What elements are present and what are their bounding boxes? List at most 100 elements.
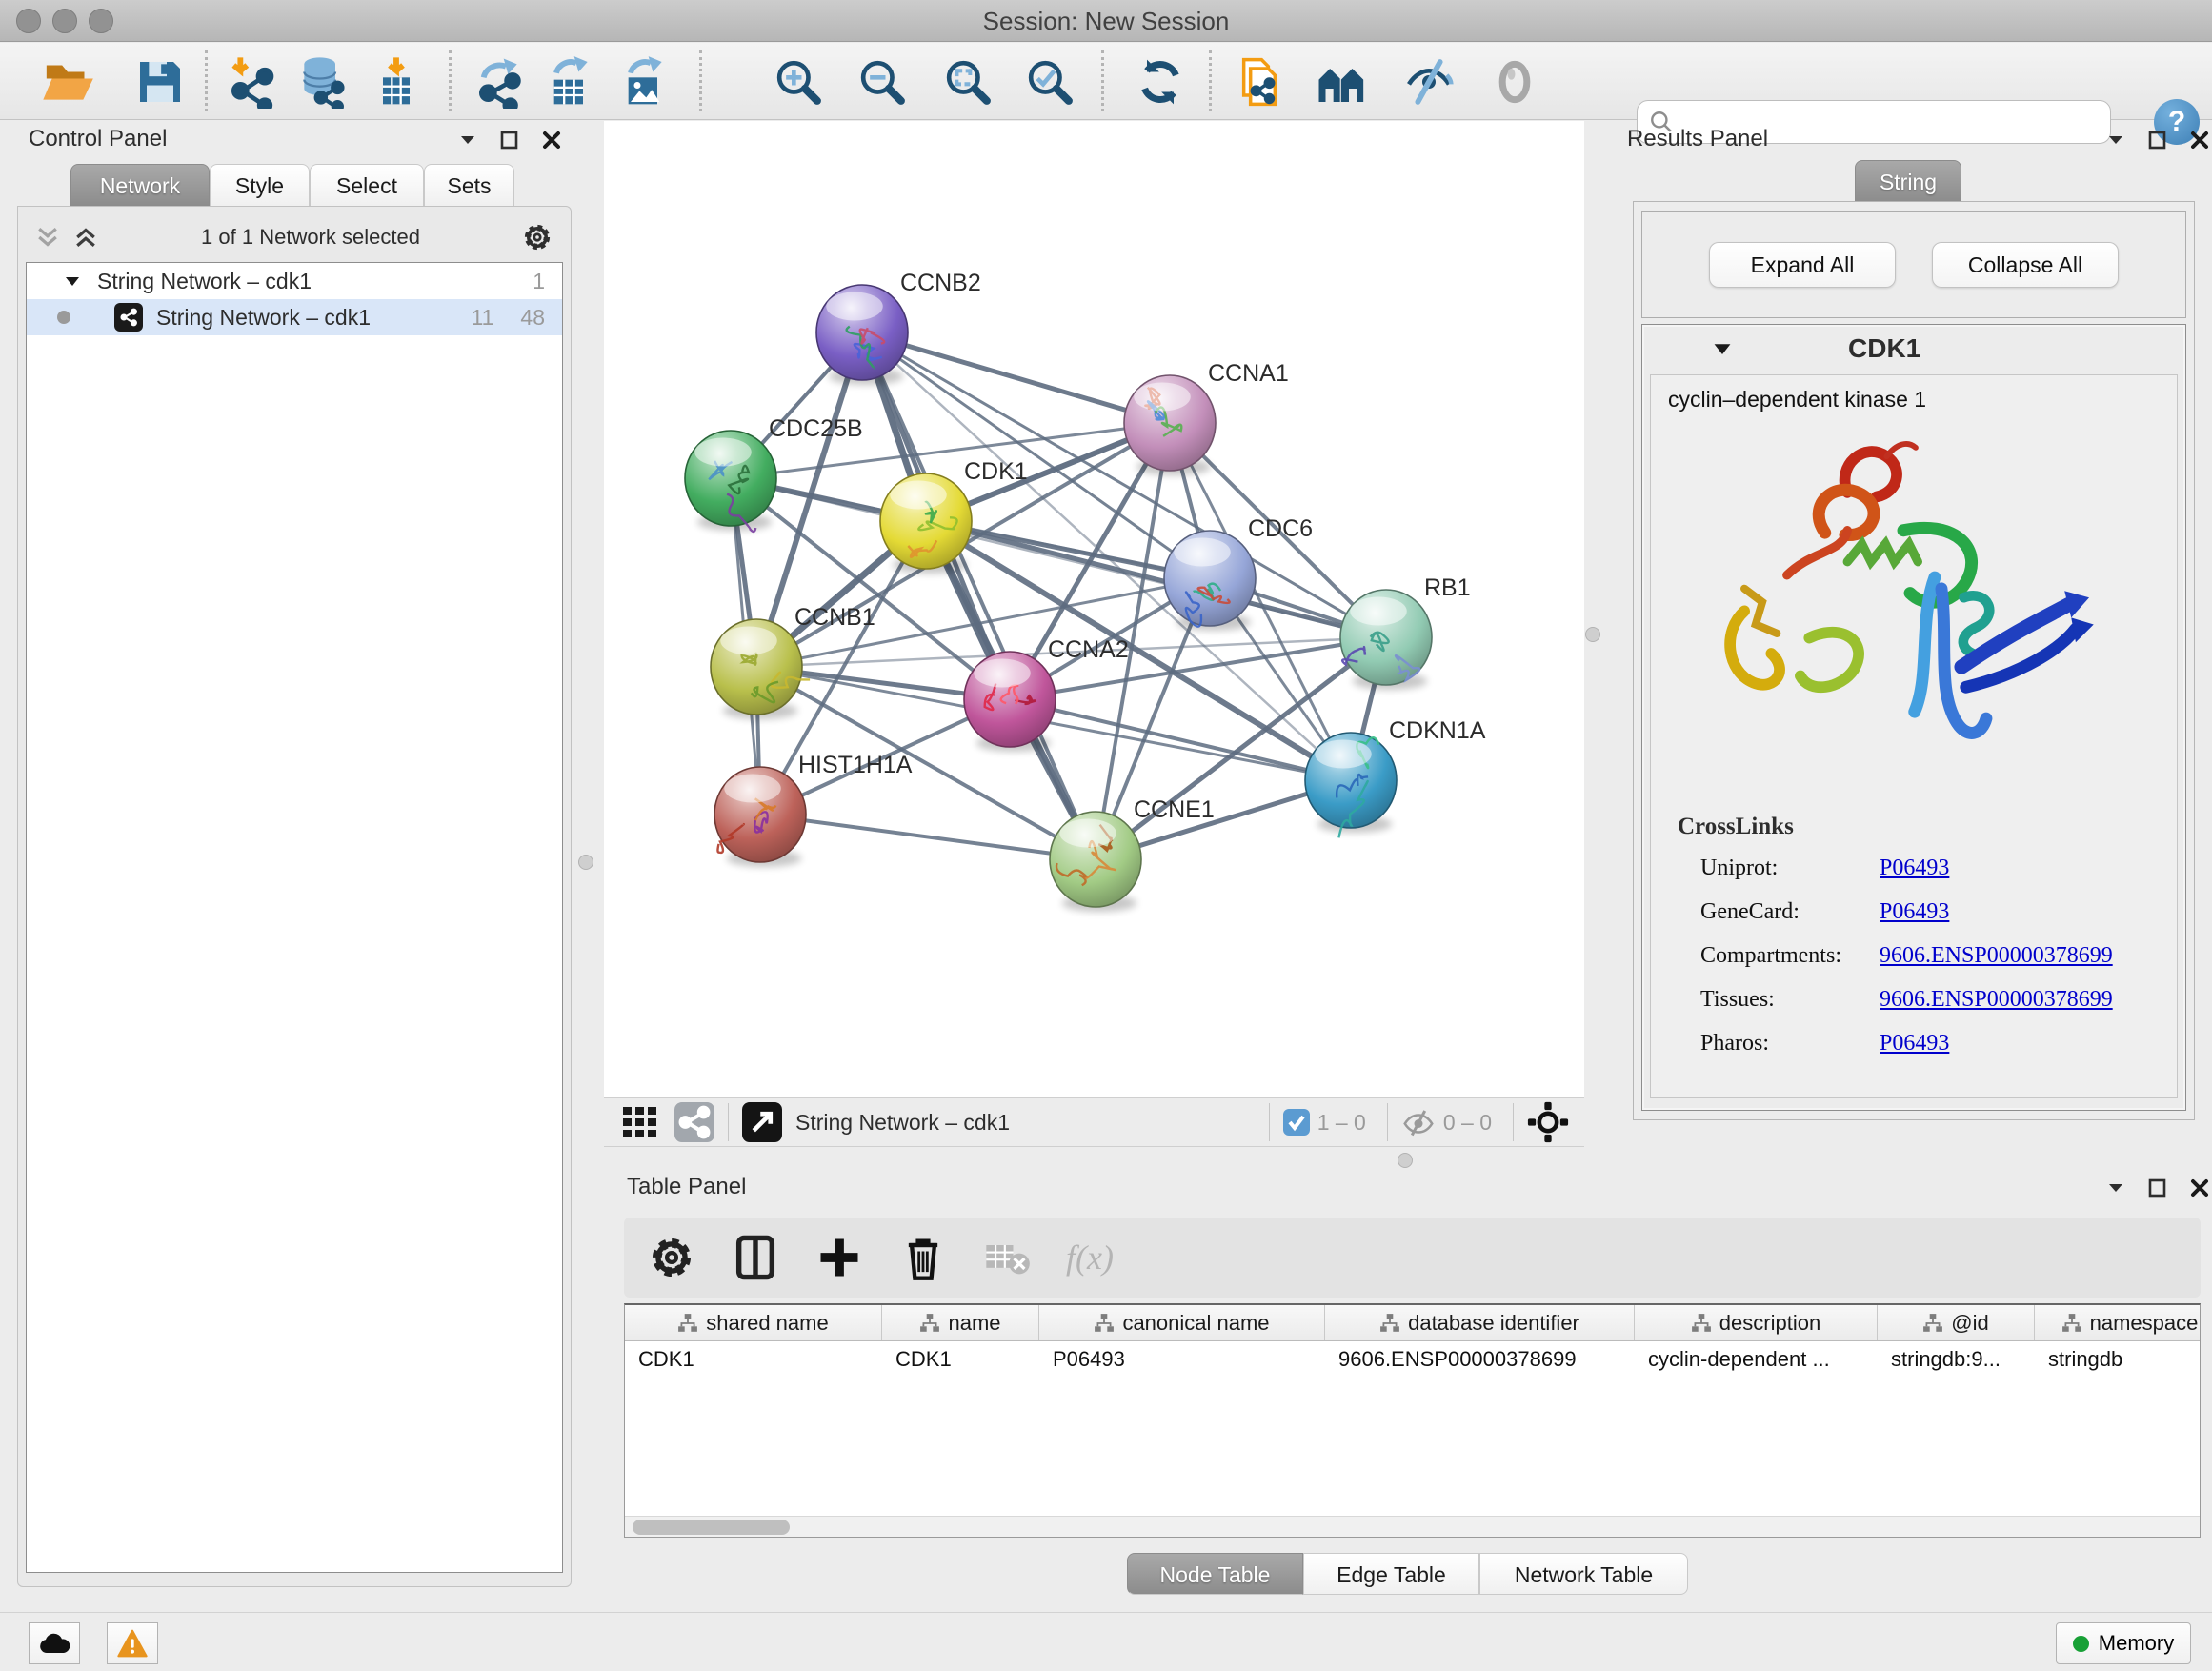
tab-string-results[interactable]: String (1855, 160, 1961, 202)
table-cell[interactable]: CDK1 (625, 1341, 882, 1378)
delete-table-button[interactable] (982, 1233, 1032, 1282)
network-edge-CCNB2-CCNE1[interactable] (862, 332, 1096, 859)
save-session-button[interactable] (133, 55, 187, 109)
new-network-from-selection-button[interactable] (1233, 55, 1286, 109)
arrow-out-icon (742, 1102, 782, 1142)
network-node-CDKN1A[interactable]: CDKN1A (1305, 717, 1486, 837)
zoom-out-button[interactable] (855, 55, 909, 109)
panel-close-icon[interactable] (2189, 130, 2210, 151)
panel-float-icon[interactable] (2147, 1178, 2168, 1198)
tab-select[interactable]: Select (310, 164, 424, 206)
open-session-button[interactable] (41, 55, 94, 109)
import-table-button[interactable] (370, 55, 423, 109)
panel-float-icon[interactable] (2147, 130, 2168, 151)
table-cell[interactable]: CDK1 (882, 1341, 1039, 1378)
tab-node-table[interactable]: Node Table (1127, 1553, 1303, 1595)
collapse-all-icon[interactable] (33, 223, 62, 252)
export-image-button[interactable] (617, 55, 671, 109)
table-cell[interactable]: 9606.ENSP00000378699 (1325, 1341, 1635, 1378)
scrollbar-thumb[interactable] (633, 1520, 790, 1535)
memory-label: Memory (2099, 1631, 2174, 1656)
table-toolbar: f(x) (624, 1218, 2201, 1298)
network-row[interactable]: String Network – cdk1 11 48 (27, 299, 562, 335)
crosslink-value-link[interactable]: P06493 (1880, 1031, 1949, 1057)
crosslink-value-link[interactable]: P06493 (1880, 856, 1949, 881)
network-edge-CCNA2-CDKN1A[interactable] (1010, 699, 1351, 780)
open-in-window-button[interactable] (742, 1102, 782, 1142)
network-current-dot (57, 311, 70, 324)
crosslink-value-link[interactable]: 9606.ENSP00000378699 (1880, 943, 2113, 969)
function-builder-button[interactable]: f(x) (1066, 1233, 1114, 1282)
crosslink-value-link[interactable]: 9606.ENSP00000378699 (1880, 987, 2113, 1013)
tab-network-table[interactable]: Network Table (1479, 1553, 1688, 1595)
left-splitter-handle[interactable] (578, 855, 593, 870)
cdk1-entry: CDK1 cyclin–dependent kinase 1 (1641, 324, 2186, 1111)
hidden-eye-icon[interactable] (1401, 1108, 1436, 1137)
import-network-database-button[interactable] (295, 55, 349, 109)
entry-expander-icon[interactable] (1711, 337, 1734, 360)
hide-selected-button[interactable] (1402, 55, 1456, 109)
column-header--id[interactable]: @id (1878, 1305, 2035, 1340)
zoom-in-button[interactable] (772, 55, 825, 109)
main-toolbar: ? (0, 43, 2212, 120)
cloud-status-button[interactable] (29, 1622, 80, 1664)
column-header-description[interactable]: description (1635, 1305, 1878, 1340)
create-column-button[interactable] (814, 1233, 864, 1282)
right-splitter-handle[interactable] (1585, 627, 1600, 642)
column-header-namespace[interactable]: namespace (2035, 1305, 2201, 1340)
column-header-name[interactable]: name (882, 1305, 1039, 1340)
panel-menu-icon[interactable] (2105, 130, 2126, 151)
network-collection-row[interactable]: String Network – cdk1 1 (27, 263, 562, 299)
import-network-file-button[interactable] (225, 55, 278, 109)
horizontal-scrollbar[interactable] (625, 1516, 2200, 1537)
network-overview-button[interactable] (674, 1102, 714, 1142)
gear-icon[interactable] (521, 221, 553, 253)
panel-close-icon[interactable] (541, 130, 562, 151)
column-header-canonical-name[interactable]: canonical name (1039, 1305, 1325, 1340)
table-cell[interactable]: stringdb:9... (1878, 1341, 2035, 1378)
zoom-selected-button[interactable] (1023, 55, 1076, 109)
expand-all-button[interactable]: Expand All (1709, 242, 1896, 288)
tab-edge-table[interactable]: Edge Table (1303, 1553, 1479, 1595)
table-cell[interactable]: cyclin-dependent ... (1635, 1341, 1878, 1378)
bottom-splitter-handle[interactable] (1398, 1153, 1413, 1168)
column-header-database-identifier[interactable]: database identifier (1325, 1305, 1635, 1340)
column-header-shared-name[interactable]: shared name (625, 1305, 882, 1340)
panel-menu-icon[interactable] (457, 130, 478, 151)
selected-nodes-checkbox[interactable] (1283, 1109, 1310, 1136)
panel-float-icon[interactable] (499, 130, 520, 151)
panel-close-icon[interactable] (2189, 1178, 2210, 1198)
tab-style[interactable]: Style (210, 164, 310, 206)
cdk1-entry-header[interactable]: CDK1 (1642, 325, 2185, 372)
export-network-button[interactable] (473, 55, 526, 109)
collection-expander-icon[interactable] (63, 272, 82, 291)
network-node-RB1[interactable]: RB1 (1340, 574, 1471, 690)
table-row[interactable]: CDK1CDK1P064939606.ENSP00000378699cyclin… (625, 1341, 2200, 1378)
birds-eye-view-button[interactable] (623, 1107, 657, 1137)
expand-all-icon[interactable] (71, 223, 100, 252)
tab-network[interactable]: Network (70, 164, 210, 206)
table-cell[interactable]: P06493 (1039, 1341, 1325, 1378)
table-cell[interactable]: stringdb (2035, 1341, 2201, 1378)
collapse-all-button[interactable]: Collapse All (1932, 242, 2119, 288)
network-node-CDK1[interactable]: CDK1 (880, 458, 1028, 574)
network-edge-HIST1H1A-CCNE1[interactable] (760, 815, 1096, 859)
network-edge-CCNB2-CCNA1[interactable] (862, 332, 1170, 423)
panel-menu-icon[interactable] (2105, 1178, 2126, 1198)
clone-network-icon (1233, 55, 1286, 109)
tab-sets[interactable]: Sets (424, 164, 514, 206)
table-settings-button[interactable] (647, 1233, 696, 1282)
show-all-button[interactable] (1488, 55, 1541, 109)
export-table-button[interactable] (543, 55, 596, 109)
network-canvas[interactable]: CCNB2CCNA1CDC25BCDK1CDC6RB1CCNB1CCNA2CDK… (604, 121, 1584, 1097)
network-node-HIST1H1A[interactable]: HIST1H1A (714, 752, 913, 867)
delete-column-button[interactable] (898, 1233, 948, 1282)
zoom-fit-button[interactable] (941, 55, 995, 109)
fit-selected-button[interactable] (1527, 1101, 1569, 1143)
warnings-button[interactable] (107, 1622, 158, 1664)
first-neighbors-button[interactable] (1316, 55, 1369, 109)
memory-button[interactable]: Memory (2056, 1622, 2191, 1664)
show-columns-button[interactable] (731, 1233, 780, 1282)
crosslink-value-link[interactable]: P06493 (1880, 899, 1949, 925)
apply-layout-button[interactable] (1134, 55, 1187, 109)
